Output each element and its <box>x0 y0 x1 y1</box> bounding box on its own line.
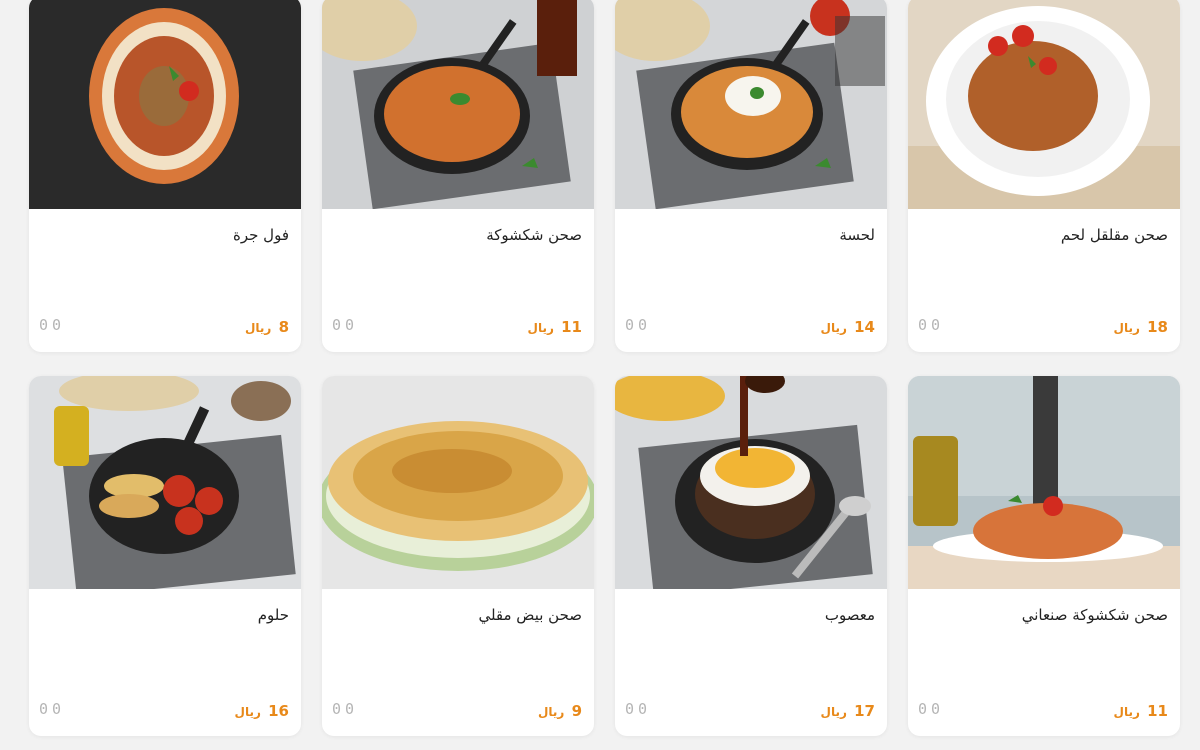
menu-card-fried-egg[interactable]: صحن بيض مقلي 9 ريال 00 <box>322 376 594 736</box>
menu-card-masoub[interactable]: معصوب 17 ريال 00 <box>615 376 887 736</box>
menu-card-foul[interactable]: فول جرة 8 ريال 00 <box>29 0 301 352</box>
item-qty: 00 <box>625 316 652 334</box>
item-name: لحسة <box>839 226 875 244</box>
item-price: 14 ريال <box>820 318 875 336</box>
item-price: 11 ريال <box>1113 702 1168 720</box>
dish-photo[interactable] <box>908 376 1180 589</box>
item-qty: 00 <box>625 700 652 718</box>
item-qty: 00 <box>332 700 359 718</box>
item-price: 18 ريال <box>1113 318 1168 336</box>
dish-photo[interactable] <box>615 376 887 589</box>
dish-photo[interactable] <box>908 0 1180 209</box>
item-qty: 00 <box>918 316 945 334</box>
menu-card-shakshuka[interactable]: صحن شكشوكة 11 ريال 00 <box>322 0 594 352</box>
item-price: 17 ريال <box>820 702 875 720</box>
item-price: 16 ريال <box>234 702 289 720</box>
menu-card-lahsa[interactable]: لحسة 14 ريال 00 <box>615 0 887 352</box>
dish-photo[interactable] <box>322 376 594 589</box>
dish-photo[interactable] <box>322 0 594 209</box>
dish-photo[interactable] <box>615 0 887 209</box>
menu-grid: فول جرة 8 ريال 00 صحن شكشوكة 11 ريال 00 <box>29 0 1181 736</box>
item-name: صحن شكشوكة صنعاني <box>1021 606 1168 624</box>
item-price: 9 ريال <box>537 702 582 720</box>
item-name: صحن بيض مقلي <box>478 606 582 624</box>
item-qty: 00 <box>918 700 945 718</box>
menu-card-mugalgal[interactable]: صحن مقلقل لحم 18 ريال 00 <box>908 0 1180 352</box>
item-name: صحن شكشوكة <box>486 226 582 244</box>
item-price: 8 ريال <box>244 318 289 336</box>
dish-photo[interactable] <box>29 376 301 589</box>
menu-card-shakshuka-sanaani[interactable]: صحن شكشوكة صنعاني 11 ريال 00 <box>908 376 1180 736</box>
item-qty: 00 <box>332 316 359 334</box>
item-name: معصوب <box>824 606 875 624</box>
item-name: فول جرة <box>233 226 289 244</box>
item-price: 11 ريال <box>527 318 582 336</box>
dish-photo[interactable] <box>29 0 301 209</box>
item-name: صحن مقلقل لحم <box>1060 226 1168 244</box>
menu-card-halloumi[interactable]: حلوم 16 ريال 00 <box>29 376 301 736</box>
item-qty: 00 <box>39 700 66 718</box>
item-name: حلوم <box>257 606 289 624</box>
item-qty: 00 <box>39 316 66 334</box>
